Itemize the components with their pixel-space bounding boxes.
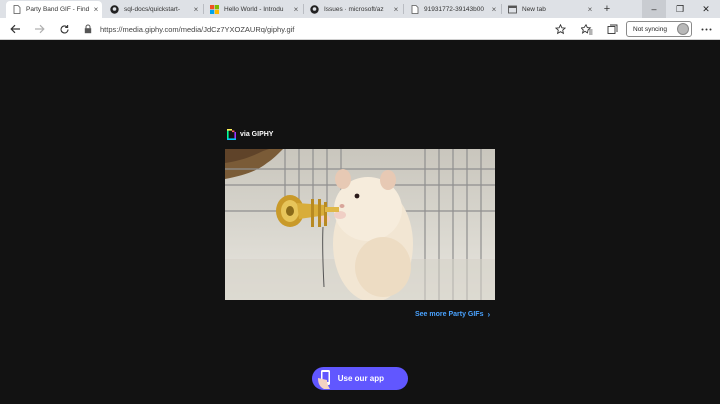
- document-icon: [12, 5, 21, 14]
- tab-close-icon[interactable]: ×: [390, 5, 402, 14]
- collections-button[interactable]: [603, 20, 621, 38]
- app-button-label: Use our app: [337, 374, 384, 383]
- address-bar[interactable]: [82, 21, 570, 37]
- hamster-trumpet-gif: [225, 149, 495, 300]
- giphy-logo-icon: [227, 129, 236, 140]
- tab-title: New tab: [522, 6, 546, 13]
- forward-button[interactable]: [30, 20, 48, 38]
- tab-title: Party Band GIF - Find: [26, 6, 90, 13]
- github-icon: [110, 5, 119, 14]
- tab-close-icon[interactable]: ×: [190, 5, 202, 14]
- tab-image-file[interactable]: 91931772-39143b00 ×: [404, 1, 500, 18]
- star-icon: [554, 23, 566, 34]
- tab-hello-world[interactable]: Hello World - Introdu ×: [204, 1, 302, 18]
- refresh-button[interactable]: [55, 20, 73, 38]
- document-icon: [410, 5, 419, 14]
- tab-close-icon[interactable]: ×: [290, 5, 302, 14]
- collections-icon: [607, 24, 617, 34]
- tab-sql-docs[interactable]: sql-docs/quickstart- ×: [104, 1, 202, 18]
- github-icon: [310, 5, 319, 14]
- more-dots-icon: [701, 28, 711, 30]
- forward-arrow-icon: [34, 24, 45, 34]
- favorites-star-icon: [581, 23, 593, 34]
- settings-menu-button[interactable]: [697, 20, 715, 38]
- tab-close-icon[interactable]: ×: [488, 5, 500, 14]
- via-giphy-label: via GIPHY: [227, 129, 273, 140]
- tab-title: Issues · microsoft/az: [324, 6, 384, 13]
- sync-status-label: Not syncing: [633, 25, 667, 33]
- browser-toolbar: Not syncing: [0, 18, 720, 40]
- refresh-icon: [60, 24, 69, 33]
- avatar: [677, 23, 689, 35]
- tab-strip: Party Band GIF - Find × sql-docs/quickst…: [0, 0, 720, 18]
- tab-title: 91931772-39143b00: [424, 6, 485, 13]
- tab-new-tab[interactable]: New tab ×: [502, 1, 596, 18]
- favorites-button[interactable]: [578, 20, 596, 38]
- url-input[interactable]: [100, 24, 500, 34]
- via-label: via GIPHY: [240, 131, 274, 138]
- see-more-link[interactable]: See more Party GIFs ›: [415, 310, 490, 319]
- chevron-right-icon: ›: [487, 310, 491, 319]
- back-button[interactable]: [6, 20, 24, 38]
- tab-close-icon[interactable]: ×: [584, 5, 596, 14]
- profile-sync-button[interactable]: Not syncing: [626, 21, 692, 37]
- phone-hand-icon: [318, 370, 330, 389]
- favorite-star-button[interactable]: [551, 20, 569, 38]
- use-our-app-button[interactable]: Use our app: [312, 367, 408, 390]
- back-arrow-icon: [9, 24, 20, 34]
- close-window-button[interactable]: ✕: [694, 0, 718, 18]
- microsoft-icon: [210, 5, 219, 14]
- new-tab-button[interactable]: +: [598, 1, 616, 18]
- minimize-button[interactable]: –: [642, 0, 666, 18]
- see-more-label: See more Party GIFs: [415, 311, 484, 318]
- tab-party-band-gif[interactable]: Party Band GIF - Find ×: [6, 1, 102, 18]
- tab-issues-microsoft[interactable]: Issues · microsoft/az ×: [304, 1, 402, 18]
- newtab-icon: [508, 5, 517, 14]
- lock-icon: [82, 23, 94, 35]
- maximize-button[interactable]: ❐: [668, 0, 692, 18]
- tab-title: Hello World - Introdu: [224, 6, 284, 13]
- tab-close-icon[interactable]: ×: [90, 5, 102, 14]
- tab-title: sql-docs/quickstart-: [124, 6, 180, 13]
